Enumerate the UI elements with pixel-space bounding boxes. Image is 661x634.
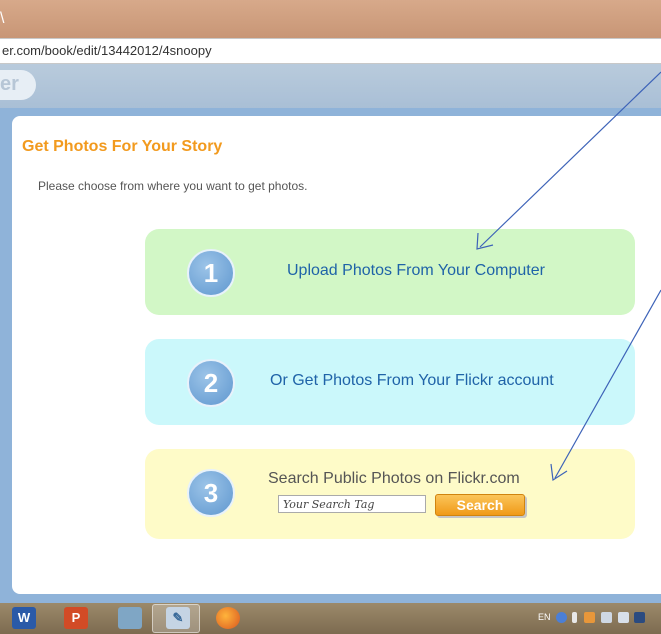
flickr-account-option[interactable]: 2 Or Get Photos From Your Flickr account xyxy=(145,339,635,425)
search-button[interactable]: Search xyxy=(435,494,525,516)
site-logo-text: er xyxy=(0,73,19,95)
firefox-icon[interactable] xyxy=(216,607,240,629)
content-frame: Get Photos For Your Story Please choose … xyxy=(0,108,661,603)
site-header: er xyxy=(0,64,661,108)
volume-icon[interactable] xyxy=(634,612,645,623)
system-tray: EN xyxy=(526,603,661,634)
window-corner-glyph: \ xyxy=(0,10,5,27)
help-icon[interactable] xyxy=(556,612,567,623)
language-indicator[interactable]: EN xyxy=(538,612,551,622)
step-number-2-icon: 2 xyxy=(187,359,235,407)
flickr-account-link[interactable]: Or Get Photos From Your Flickr account xyxy=(270,372,554,390)
paint-icon[interactable]: ✎ xyxy=(166,607,190,629)
address-bar[interactable]: er.com/book/edit/13442012/4snoopy xyxy=(0,38,661,64)
upload-from-computer-option[interactable]: 1 Upload Photos From Your Computer xyxy=(145,229,635,315)
site-logo[interactable]: er xyxy=(0,70,36,100)
powerpoint-icon[interactable]: P xyxy=(64,607,88,629)
warning-flag-icon[interactable] xyxy=(584,612,595,623)
url-text: er.com/book/edit/13442012/4snoopy xyxy=(2,43,212,58)
word-icon[interactable]: W xyxy=(12,607,36,629)
search-flickr-option: 3 Search Public Photos on Flickr.com Sea… xyxy=(145,449,635,539)
get-photos-panel: Get Photos For Your Story Please choose … xyxy=(12,116,661,594)
network-icon[interactable] xyxy=(601,612,612,623)
calculator-icon[interactable] xyxy=(118,607,142,629)
step-number-1-icon: 1 xyxy=(187,249,235,297)
upload-from-computer-link[interactable]: Upload Photos From Your Computer xyxy=(287,262,545,280)
search-tag-input[interactable] xyxy=(278,495,426,513)
panel-subtitle: Please choose from where you want to get… xyxy=(38,179,308,193)
browser-title-bar: \ xyxy=(0,0,661,38)
panel-title: Get Photos For Your Story xyxy=(22,138,223,155)
step-number-3-icon: 3 xyxy=(187,469,235,517)
usb-icon[interactable] xyxy=(572,612,577,623)
search-flickr-label: Search Public Photos on Flickr.com xyxy=(268,470,520,487)
monitor-icon[interactable] xyxy=(618,612,629,623)
